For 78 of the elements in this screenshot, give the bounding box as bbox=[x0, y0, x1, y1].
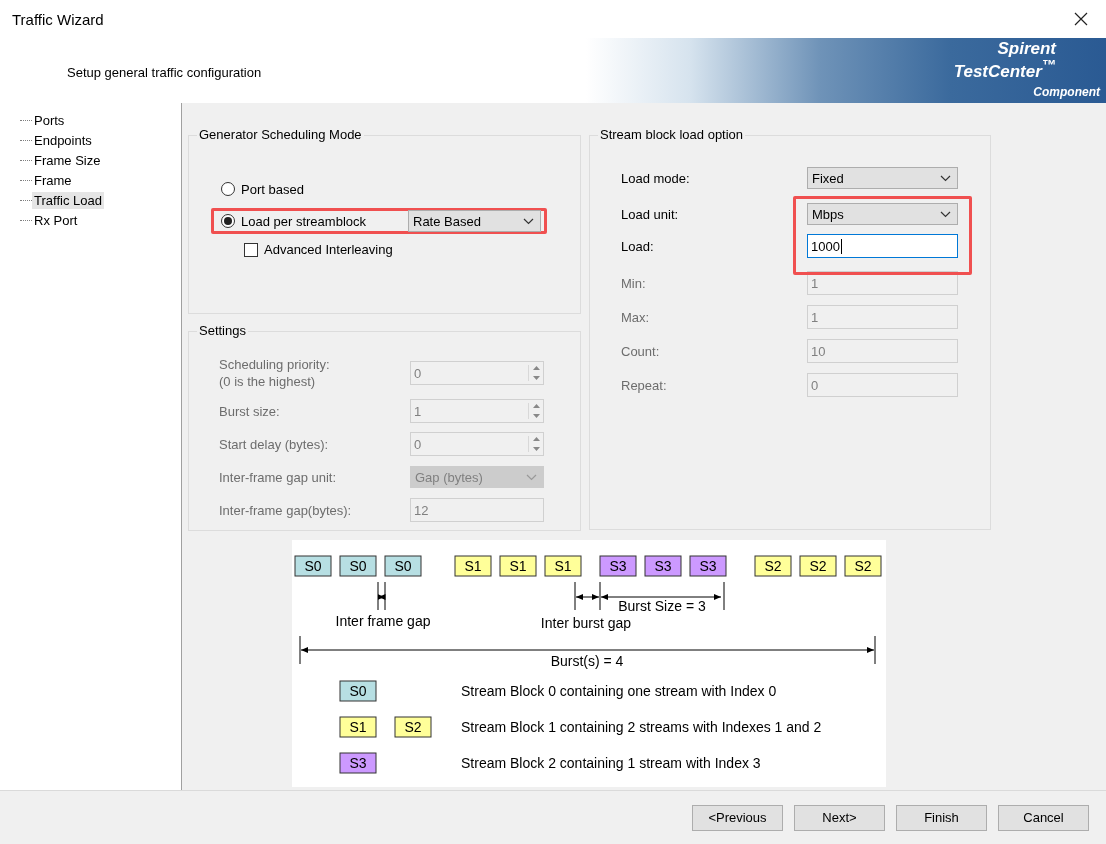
gap-marker bbox=[377, 581, 386, 611]
logo-text: Spirent bbox=[997, 41, 1056, 58]
window-title: Traffic Wizard bbox=[12, 10, 104, 28]
tree-item[interactable]: Frame Size bbox=[32, 151, 103, 169]
radio-button[interactable] bbox=[221, 214, 235, 228]
field-label: Burst size: bbox=[219, 402, 281, 420]
frame-label: S3 bbox=[699, 558, 717, 574]
frame-label: S2 bbox=[764, 558, 782, 574]
field-label: Inter-frame gap unit: bbox=[219, 468, 338, 486]
frame-label: S0 bbox=[349, 558, 367, 574]
close-icon bbox=[1074, 12, 1088, 26]
tree-item[interactable]: Ports bbox=[32, 111, 67, 129]
frame-label: S2 bbox=[854, 558, 872, 574]
tree-item[interactable]: Frame bbox=[32, 171, 74, 189]
chevron-down-icon bbox=[526, 473, 537, 481]
up-arrow-icon bbox=[532, 436, 541, 442]
radio-label[interactable]: Load per streamblock bbox=[241, 213, 408, 229]
dropdown[interactable]: Fixed bbox=[807, 167, 958, 189]
frame-label: S1 bbox=[464, 558, 482, 574]
field-label: Scheduling priority: bbox=[219, 356, 331, 373]
field-label: Count: bbox=[621, 342, 661, 360]
up-arrow-icon bbox=[532, 403, 541, 409]
field-label: Max: bbox=[621, 308, 651, 326]
field-label: Inter-frame gap(bytes): bbox=[219, 501, 353, 519]
frame-label: S0 bbox=[349, 683, 367, 699]
legend-text: Stream Block 0 containing one stream with Index 0 bbox=[461, 683, 777, 699]
dropdown[interactable]: Rate Based bbox=[408, 210, 541, 232]
down-arrow-icon bbox=[532, 413, 541, 419]
wizard-button[interactable]: Next> bbox=[794, 804, 885, 831]
legend-text: Stream Block 1 containing 2 streams with Indexes 1 and 2 bbox=[461, 719, 822, 735]
field-label: Load: bbox=[621, 237, 655, 255]
tree-item[interactable]: Endpoints bbox=[32, 131, 94, 149]
group-title: Settings bbox=[197, 323, 248, 338]
dropdown[interactable]: Mbps bbox=[807, 203, 958, 225]
frame-label: S0 bbox=[304, 558, 322, 574]
frame-label: S2 bbox=[404, 719, 422, 735]
diagram-label: Inter frame gap bbox=[335, 613, 431, 629]
logo-text: TestCenter$^{™}$ bbox=[953, 57, 1056, 80]
frame-label: S1 bbox=[349, 719, 367, 735]
field-label: Min: bbox=[621, 274, 647, 292]
tree-item[interactable]: Traffic Load bbox=[32, 191, 104, 209]
frame-label: S3 bbox=[349, 755, 367, 771]
chevron-down-icon bbox=[940, 174, 951, 182]
logo-tagline: Component bbox=[1033, 83, 1100, 100]
tree-item[interactable]: Rx Port bbox=[32, 211, 80, 229]
text-cursor bbox=[840, 238, 842, 254]
frame-label: S3 bbox=[609, 558, 627, 574]
frame-label: S1 bbox=[509, 558, 527, 574]
input-field[interactable]: 1000 bbox=[807, 234, 958, 258]
diagram-label: Burst(s) = 4 bbox=[550, 653, 624, 669]
radio-label[interactable]: Port based bbox=[241, 181, 408, 197]
gap-marker bbox=[574, 581, 601, 611]
group-title: Generator Scheduling Mode bbox=[197, 127, 364, 142]
field-label: Repeat: bbox=[621, 376, 668, 394]
wizard-button[interactable]: Finish bbox=[896, 804, 987, 831]
field-label: Start delay (bytes): bbox=[219, 435, 330, 453]
chevron-down-icon bbox=[523, 217, 534, 225]
diagram-label: Burst Size = 3 bbox=[618, 598, 706, 614]
frame-label: S0 bbox=[394, 558, 412, 574]
wizard-button[interactable]: <Previous bbox=[692, 804, 783, 831]
field-label: Load mode: bbox=[621, 169, 691, 187]
field-hint: (0 is the highest) bbox=[219, 373, 317, 390]
chevron-down-icon bbox=[940, 210, 951, 218]
frame-label: S1 bbox=[554, 558, 572, 574]
group-title: Stream block load option bbox=[598, 127, 746, 142]
down-arrow-icon bbox=[532, 375, 541, 381]
up-arrow-icon bbox=[532, 365, 541, 371]
page-subtitle: Setup general traffic configuration bbox=[67, 65, 262, 80]
radio-button[interactable] bbox=[221, 182, 235, 196]
wizard-button[interactable]: Cancel bbox=[998, 804, 1089, 831]
field-label: Load unit: bbox=[621, 205, 680, 223]
checkbox-label[interactable]: Advanced Interleaving bbox=[264, 242, 393, 257]
down-arrow-icon bbox=[532, 446, 541, 452]
diagram-label: Inter burst gap bbox=[540, 615, 632, 631]
frame-label: S3 bbox=[654, 558, 672, 574]
checkbox[interactable] bbox=[244, 242, 258, 257]
legend-text: Stream Block 2 containing 1 stream with Index 3 bbox=[461, 755, 761, 771]
frame-label: S2 bbox=[809, 558, 827, 574]
